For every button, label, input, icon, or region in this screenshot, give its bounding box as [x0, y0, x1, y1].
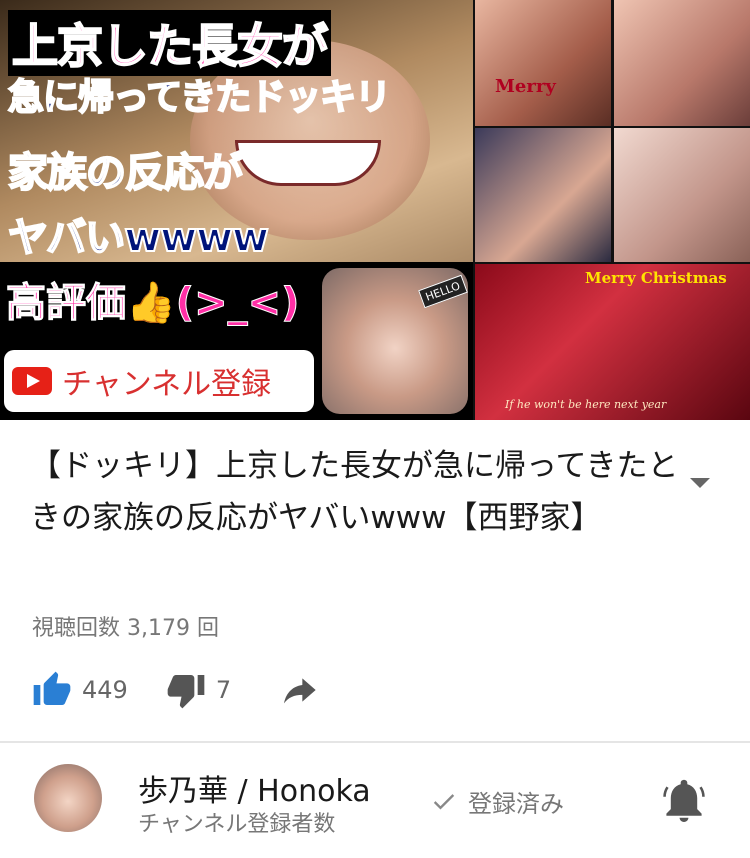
- photo-collage: Merry Merry Christmas If he won't be her…: [475, 0, 750, 420]
- overlay-line-2: 急に帰ってきたドッキリ: [7, 76, 392, 119]
- thumb-up-icon[interactable]: [30, 668, 74, 712]
- video-title: 【ドッキリ】上京した長女が急に帰ってきたときの家族の反応がヤバいwww【西野家】: [30, 448, 679, 536]
- grin-shape: [235, 140, 381, 186]
- channel-name[interactable]: 歩乃華 / Honoka: [138, 766, 371, 810]
- share-icon[interactable]: [277, 668, 321, 712]
- thumb-down-icon[interactable]: [164, 668, 208, 712]
- merry-christmas-text: Merry Christmas: [585, 269, 727, 287]
- merry-text: Merry: [495, 76, 556, 97]
- collage-photo-4: [614, 128, 750, 262]
- rating-overlay-text: 高評価👍(>_<): [5, 280, 300, 327]
- overlay-line-1: 上京した長女が: [8, 10, 331, 76]
- collage-photo-2: [614, 0, 750, 126]
- subscribed-button[interactable]: 登録済み: [430, 784, 564, 819]
- channel-avatar[interactable]: [34, 764, 102, 832]
- thumbnail-subscribe-box: チャンネル登録: [4, 350, 314, 412]
- overlay-line-4: ヤバいwwww: [7, 214, 270, 262]
- dislike-count: 7: [215, 676, 232, 704]
- collage-photo-3: [475, 128, 611, 262]
- youtube-logo: [12, 367, 52, 395]
- like-count: 449: [82, 676, 128, 704]
- christmas-caption: If he won't be here next year: [505, 398, 667, 411]
- chevron-down-icon[interactable]: [690, 478, 710, 488]
- channel-subscriber-label: チャンネル登録者数: [138, 812, 336, 837]
- view-count: 視聴回数 3,179 回: [32, 616, 219, 641]
- check-icon: [433, 793, 455, 809]
- overlay-line-3: 家族の反応が: [7, 149, 244, 197]
- subscribed-label: 登録済み: [468, 790, 564, 818]
- video-thumbnail[interactable]: 上京した長女が 急に帰ってきたドッキリ 家族の反応が ヤバいwwww 高評価👍(…: [0, 0, 750, 420]
- thumbnail-subscribe-text: チャンネル登録: [62, 367, 272, 402]
- collage-photo-christmas: Merry Christmas If he won't be here next…: [475, 264, 750, 420]
- action-bar: 449 7: [30, 668, 321, 712]
- collage-photo-1: Merry: [475, 0, 611, 126]
- bell-icon[interactable]: [662, 776, 706, 824]
- section-divider: [0, 741, 750, 743]
